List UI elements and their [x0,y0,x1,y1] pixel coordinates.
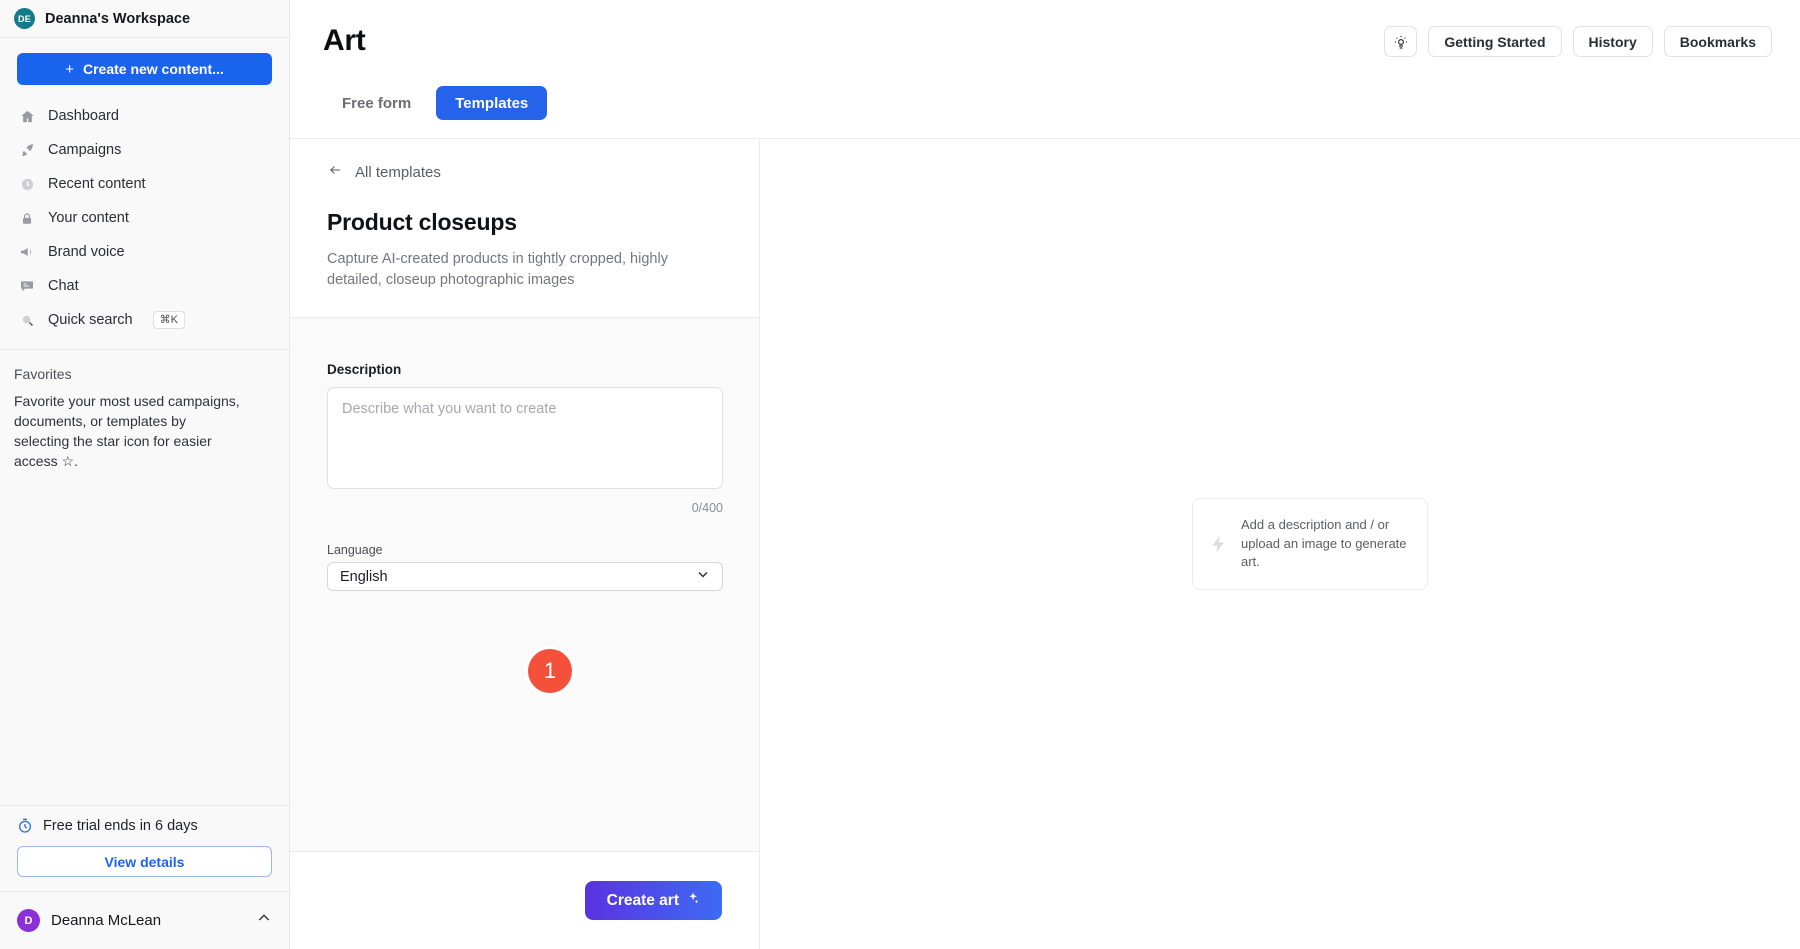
sidebar-nav: Dashboard Campaigns Recent content Your … [0,99,289,337]
template-name: Product closeups [327,209,726,236]
megaphone-icon [18,243,36,261]
sidebar-item-dashboard[interactable]: Dashboard [10,99,279,133]
sidebar-item-brand-voice[interactable]: Brand voice [10,235,279,269]
art-preview-column: Add a description and / or upload an ima… [760,139,1800,949]
plus-icon: + [65,61,74,78]
workspace-name: Deanna's Workspace [45,11,190,27]
tab-free-form[interactable]: Free form [323,86,430,120]
sidebar-item-chat[interactable]: Chat [10,269,279,303]
form-footer: Create art 2 [290,851,759,949]
sidebar-item-label: Campaigns [48,142,121,158]
create-art-button[interactable]: Create art [585,881,722,920]
chat-icon [18,277,36,295]
topbar: Art Getting Started History Bookmarks Fr… [290,0,1800,138]
all-templates-label: All templates [355,164,441,181]
mode-tabs: Free form Templates [323,86,547,120]
sidebar-item-label: Your content [48,210,129,226]
all-templates-back-link[interactable]: All templates [327,163,726,181]
trial-label: Free trial ends in 6 days [43,818,198,834]
favorites-title: Favorites [0,350,289,382]
template-description: Capture AI-created products in tightly c… [327,249,726,291]
language-select[interactable]: English [327,562,723,591]
tab-templates[interactable]: Templates [436,86,547,120]
create-new-content-button[interactable]: + Create new content... [17,53,272,85]
sidebar-item-campaigns[interactable]: Campaigns [10,133,279,167]
sidebar-item-recent-content[interactable]: Recent content [10,167,279,201]
sidebar-item-label: Chat [48,278,79,294]
sparkle-icon [685,891,700,911]
step-badge-1: 1 [528,649,572,693]
sidebar-spacer [0,472,289,806]
template-form: Description 0/400 Language English 1 [290,318,759,851]
timer-icon [17,818,33,834]
star-icon: ☆ [61,453,74,469]
sidebar-item-label: Recent content [48,176,146,192]
app-root: DE Deanna's Workspace + Create new conte… [0,0,1800,949]
description-input[interactable] [327,387,723,489]
workspace-header[interactable]: DE Deanna's Workspace [0,0,289,38]
sidebar-item-your-content[interactable]: Your content [10,201,279,235]
create-art-label: Create art [607,892,679,910]
main-area: Art Getting Started History Bookmarks Fr… [290,0,1800,949]
chevron-up-icon [256,910,272,931]
language-select-wrapper: English [327,562,723,591]
search-icon [18,311,36,329]
favorites-empty-text-before: Favorite your most used campaigns, docum… [14,393,240,469]
trial-section: Free trial ends in 6 days View details [0,805,289,877]
preview-empty-text: Add a description and / or upload an ima… [1241,516,1411,573]
bolt-icon [1209,534,1229,554]
template-form-column: All templates Product closeups Capture A… [290,139,760,949]
favorites-empty-text-after: . [74,453,78,469]
workspace-avatar: DE [14,8,35,29]
sidebar-item-label: Brand voice [48,244,125,260]
lightbulb-icon[interactable] [1384,26,1417,57]
content-area: All templates Product closeups Capture A… [290,138,1800,949]
view-details-button[interactable]: View details [17,846,272,877]
sidebar-item-label: Dashboard [48,108,119,124]
arrow-left-icon [327,163,344,181]
clock-icon [18,175,36,193]
user-menu[interactable]: D Deanna McLean [0,891,289,949]
template-header: All templates Product closeups Capture A… [290,139,759,318]
bookmarks-button[interactable]: Bookmarks [1664,26,1772,57]
getting-started-button[interactable]: Getting Started [1428,26,1561,57]
preview-empty-card: Add a description and / or upload an ima… [1192,498,1428,591]
trial-status: Free trial ends in 6 days [17,818,272,834]
create-new-content-label: Create new content... [83,61,224,77]
sidebar-item-quick-search[interactable]: Quick search ⌘K [10,303,279,337]
user-name: Deanna McLean [51,912,245,929]
avatar: D [17,909,40,932]
home-icon [18,107,36,125]
sidebar: DE Deanna's Workspace + Create new conte… [0,0,290,949]
description-char-counter: 0/400 [327,501,723,515]
history-button[interactable]: History [1573,26,1653,57]
lock-icon [18,209,36,227]
favorites-empty-text: Favorite your most used campaigns, docum… [0,382,289,472]
sidebar-item-label: Quick search [48,312,133,328]
description-label: Description [327,362,722,377]
rocket-icon [18,141,36,159]
language-label: Language [327,543,722,557]
top-actions: Getting Started History Bookmarks [1384,26,1772,57]
quick-search-shortcut: ⌘K [153,311,185,329]
